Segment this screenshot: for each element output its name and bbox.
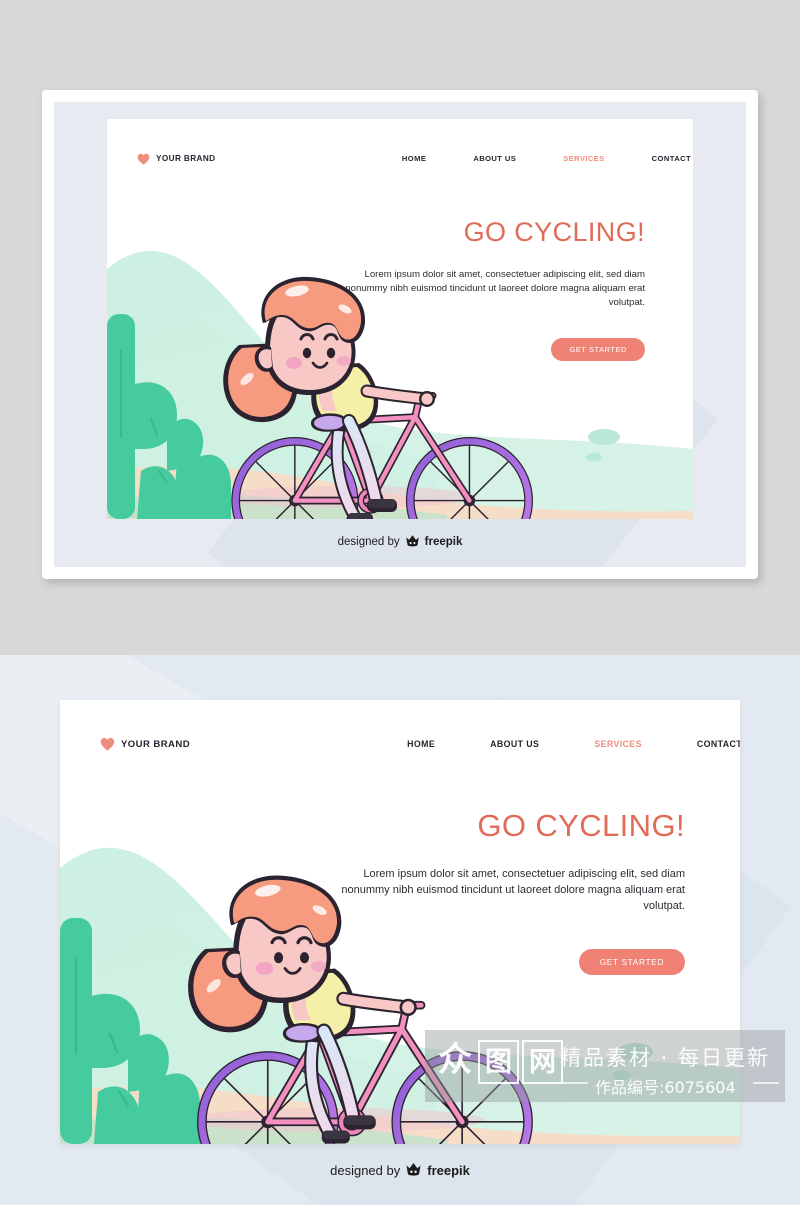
freepik-brand-label: freepik xyxy=(427,1163,470,1178)
mockup-navbar-bottom: YOUR BRAND HOME ABOUT US SERVICES CONTAC… xyxy=(60,700,740,788)
brand-logo[interactable]: YOUR BRAND xyxy=(137,152,216,165)
watermark-logo-char-3: 网 xyxy=(522,1040,563,1084)
get-started-button[interactable]: GET STARTED xyxy=(551,337,645,361)
watermark-tagline: 精品素材 · 每日更新 xyxy=(560,1046,771,1070)
watermark-rule-left xyxy=(562,1082,588,1084)
freepik-brand-label: freepik xyxy=(424,536,463,548)
nav-link-services[interactable]: SERVICES xyxy=(594,739,642,749)
brand-logo-bottom[interactable]: YOUR BRAND xyxy=(100,737,190,751)
hero-content-bottom: GO CYCLING! Lorem ipsum dolor sit amet, … xyxy=(340,810,685,975)
watermark-work-id: 作品编号:6075604 xyxy=(595,1078,736,1097)
nav-link-contact[interactable]: CONTACT xyxy=(697,739,740,749)
hero-body-text: Lorem ipsum dolor sit amet, consectetuer… xyxy=(341,868,685,912)
stock-site-watermark: 众 图 网 精品素材 · 每日更新 作品编号:6075604 xyxy=(425,1030,785,1102)
hero-content: GO CYCLING! Lorem ipsum dolor sit amet, … xyxy=(345,219,645,361)
screenshot-stage: YOUR BRAND HOME ABOUT US SERVICES CONTAC… xyxy=(0,0,800,1205)
heart-icon xyxy=(137,152,150,165)
nav-link-about-us[interactable]: ABOUT US xyxy=(473,154,516,163)
freepik-crown-icon xyxy=(405,534,420,550)
watermark-logo: 众 图 网 xyxy=(435,1040,563,1084)
nav-link-about-us[interactable]: ABOUT US xyxy=(490,739,539,749)
heart-icon xyxy=(100,737,115,751)
nav-link-services[interactable]: SERVICES xyxy=(563,154,604,163)
freepik-crown-icon xyxy=(405,1162,422,1179)
nav-links-bottom: HOME ABOUT US SERVICES CONTACT xyxy=(407,739,740,749)
hero-body-text: Lorem ipsum dolor sit amet, consectetuer… xyxy=(345,269,645,308)
nav-link-home[interactable]: HOME xyxy=(407,739,435,749)
nav-link-contact[interactable]: CONTACT xyxy=(652,154,691,163)
designed-by-label: designed by xyxy=(337,536,400,548)
mockup-navbar: YOUR BRAND HOME ABOUT US SERVICES CONTAC… xyxy=(107,119,693,197)
watermark-logo-char-1: 众 xyxy=(438,1040,472,1080)
landing-page-mockup-top: YOUR BRAND HOME ABOUT US SERVICES CONTAC… xyxy=(107,119,693,519)
brand-name: YOUR BRAND xyxy=(121,738,191,750)
get-started-button[interactable]: GET STARTED xyxy=(578,948,685,975)
watermark-rule-right xyxy=(753,1082,779,1084)
hero-headline: GO CYCLING! xyxy=(477,808,685,843)
freepik-credit-bottom: designed by freepik xyxy=(0,1162,800,1179)
top-preview-section: YOUR BRAND HOME ABOUT US SERVICES CONTAC… xyxy=(0,0,800,655)
nav-links: HOME ABOUT US SERVICES CONTACT xyxy=(402,154,693,163)
nav-link-home[interactable]: HOME xyxy=(402,154,426,163)
hero-headline: GO CYCLING! xyxy=(463,217,645,247)
watermark-logo-char-2: 图 xyxy=(478,1040,519,1084)
brand-name: YOUR BRAND xyxy=(156,153,216,163)
freepik-credit-top: designed by freepik xyxy=(0,534,800,550)
designed-by-label: designed by xyxy=(330,1163,401,1178)
